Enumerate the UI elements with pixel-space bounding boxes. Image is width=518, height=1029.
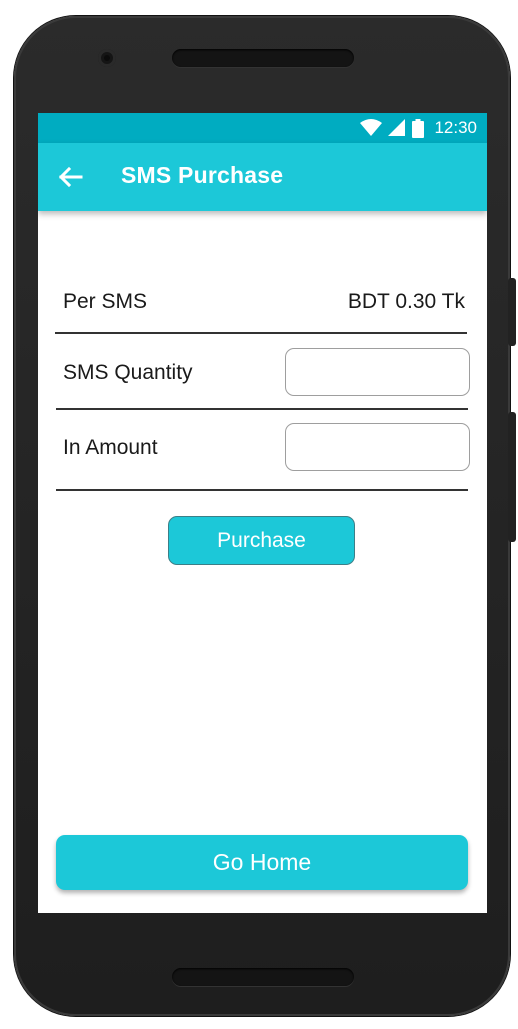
per-sms-label: Per SMS xyxy=(63,290,148,313)
front-camera xyxy=(98,49,116,67)
page-title: SMS Purchase xyxy=(121,162,284,188)
divider xyxy=(56,408,468,410)
divider xyxy=(56,489,468,491)
status-bar: 12:30 xyxy=(38,113,487,143)
bottom-speaker xyxy=(172,968,354,986)
in-amount-label: In Amount xyxy=(63,436,158,459)
signal-icon xyxy=(388,119,406,136)
volume-button xyxy=(508,412,516,542)
app-bar: SMS Purchase xyxy=(38,143,487,211)
arrow-left-icon xyxy=(58,166,83,188)
status-icons: 12:30 xyxy=(360,113,477,143)
battery-icon xyxy=(412,118,425,138)
back-button[interactable] xyxy=(52,159,88,195)
sms-quantity-label: SMS Quantity xyxy=(63,361,193,384)
status-time: 12:30 xyxy=(434,118,477,137)
power-button xyxy=(508,278,516,346)
per-sms-value: BDT 0.30 Tk xyxy=(347,290,465,313)
go-home-button[interactable]: Go Home xyxy=(56,835,468,890)
earpiece-speaker xyxy=(172,49,354,67)
purchase-button[interactable]: Purchase xyxy=(168,516,355,565)
divider xyxy=(55,332,467,334)
wifi-icon xyxy=(360,119,383,136)
screen: 12:30 SMS Purchase Per SMS BDT 0.30 Tk S… xyxy=(38,113,487,913)
in-amount-input[interactable] xyxy=(285,423,470,471)
sms-quantity-input[interactable] xyxy=(285,348,470,396)
